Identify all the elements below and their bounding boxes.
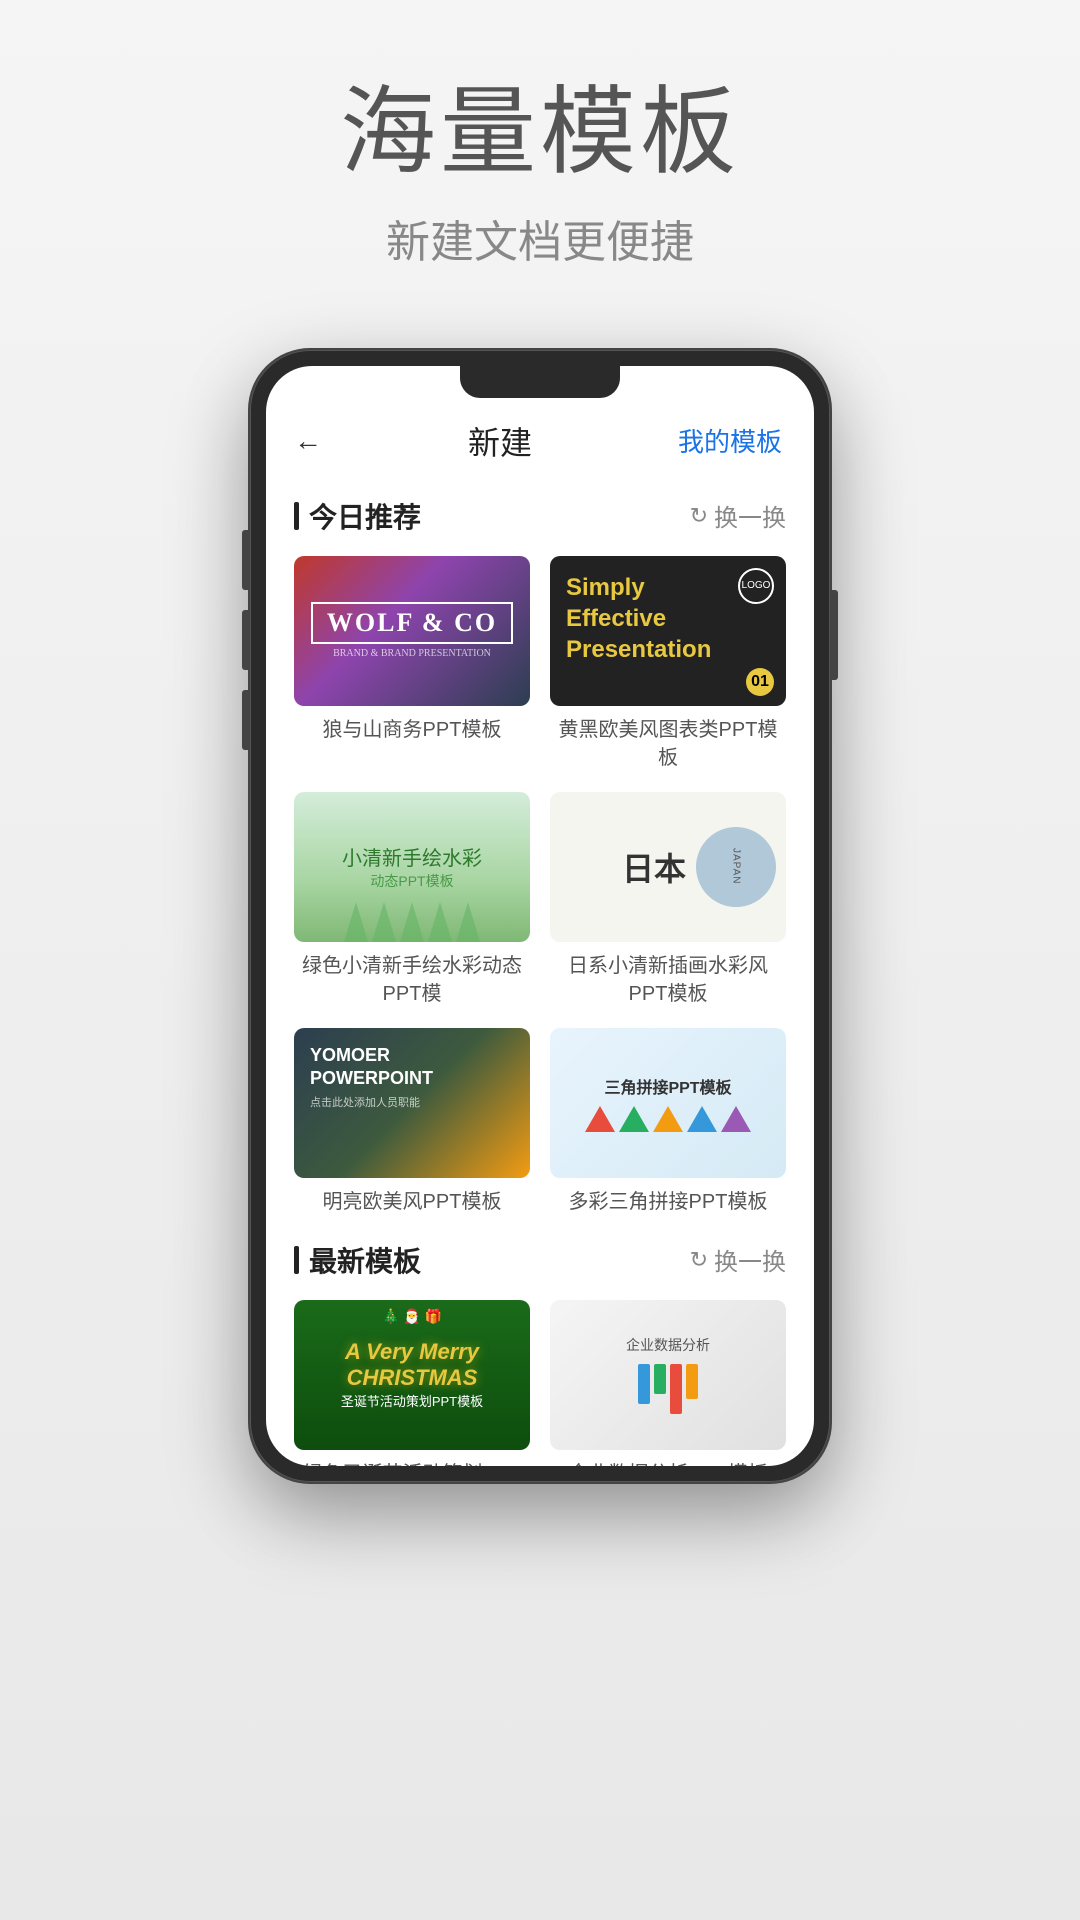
- page-subtitle: 新建文档更便捷: [0, 206, 1080, 270]
- water-subtitle: 动态PPT模板: [342, 871, 482, 891]
- bar-4: [686, 1364, 698, 1399]
- template-label-wolf: 狼与山商务PPT模板: [294, 716, 530, 744]
- phone-screen: ← 新建 我的模板 今日推荐 ↻ 换一换: [266, 366, 814, 1466]
- template-item-yomoer[interactable]: YOMOERPOWERPOINT 点击此处添加人员职能 明亮欧美风PPT模板: [294, 1028, 530, 1216]
- template-label-simply: 黄黑欧美风图表类PPT模板: [550, 716, 786, 772]
- bar-3: [670, 1364, 682, 1414]
- tree-4: [428, 902, 452, 942]
- template-item-triangle[interactable]: 三角拼接PPT模板 多彩三角拼接PPT模板: [550, 1028, 786, 1216]
- refresh-icon: ↻: [690, 503, 708, 529]
- page-title: 海量模板: [0, 80, 1080, 186]
- template-item-data[interactable]: 企业数据分析 企业数据分析PPT模板: [550, 1300, 786, 1466]
- triangle-title: 三角拼接PPT模板: [604, 1074, 731, 1098]
- section1-refresh-button[interactable]: ↻ 换一换: [690, 498, 786, 533]
- bar-2: [654, 1364, 666, 1394]
- template-thumb-wolf: WOLF & CO BRAND & BRAND PRESENTATION: [294, 556, 530, 706]
- tree-1: [344, 902, 368, 942]
- template-thumb-yomoer: YOMOERPOWERPOINT 点击此处添加人员职能: [294, 1028, 530, 1178]
- section-new: 最新模板 ↻ 换一换 🎄 🎅 🎁: [266, 1240, 814, 1466]
- template-grid-new: 🎄 🎅 🎁 A Very MerryCHRISTMAS 圣诞节活动策划PPT模板…: [294, 1300, 786, 1466]
- christmas-ornaments: 🎄 🎅 🎁: [382, 1308, 442, 1324]
- data-content: 企业数据分析: [614, 1323, 722, 1426]
- tri-red: [585, 1106, 615, 1132]
- data-title-text: 企业数据分析: [626, 1335, 710, 1356]
- template-label-japan: 日系小清新插画水彩风PPT模板: [550, 952, 786, 1008]
- template-thumb-christmas: 🎄 🎅 🎁 A Very MerryCHRISTMAS 圣诞节活动策划PPT模板: [294, 1300, 530, 1450]
- template-label-yomoer: 明亮欧美风PPT模板: [294, 1188, 530, 1216]
- simply-logo: LOGO: [738, 568, 774, 604]
- japan-circle-text: JAPAN: [731, 848, 742, 885]
- my-templates-button[interactable]: 我的模板: [678, 422, 782, 459]
- tree-2: [372, 902, 396, 942]
- phone-mockup: ← 新建 我的模板 今日推荐 ↻ 换一换: [0, 350, 1080, 1482]
- template-item-simply[interactable]: SimplyEffectivePresentation LOGO 01 黄黑欧美…: [550, 556, 786, 772]
- template-item-wolf[interactable]: WOLF & CO BRAND & BRAND PRESENTATION 狼与山…: [294, 556, 530, 772]
- wolf-title: WOLF & CO: [311, 602, 513, 644]
- template-label-triangle: 多彩三角拼接PPT模板: [550, 1188, 786, 1216]
- water-title: 小清新手绘水彩: [342, 842, 482, 871]
- data-bars: [626, 1364, 710, 1414]
- top-bar: ← 新建 我的模板: [266, 402, 814, 480]
- phone-outer: ← 新建 我的模板 今日推荐 ↻ 换一换: [250, 350, 830, 1482]
- triangle-shapes: [585, 1106, 751, 1132]
- page-header: 海量模板 新建文档更便捷: [0, 0, 1080, 310]
- back-button[interactable]: ←: [294, 425, 322, 457]
- japan-text: 日本: [622, 844, 686, 890]
- section-today: 今日推荐 ↻ 换一换 WOLF & CO BRAND &: [266, 496, 814, 1216]
- section2-title: 最新模板: [294, 1240, 421, 1280]
- template-item-christmas[interactable]: 🎄 🎅 🎁 A Very MerryCHRISTMAS 圣诞节活动策划PPT模板…: [294, 1300, 530, 1466]
- template-thumb-water: 小清新手绘水彩 动态PPT模板: [294, 792, 530, 942]
- christmas-main: A Very MerryCHRISTMAS: [345, 1339, 479, 1391]
- template-thumb-simply: SimplyEffectivePresentation LOGO 01: [550, 556, 786, 706]
- template-label-christmas: 绿色圣诞节活动策划PPT模板: [294, 1460, 530, 1466]
- japan-circle: JAPAN: [696, 827, 776, 907]
- yomoer-title: YOMOERPOWERPOINT: [310, 1044, 433, 1091]
- christmas-deco: 🎄 🎅 🎁: [294, 1308, 530, 1326]
- tree-3: [400, 902, 424, 942]
- template-thumb-data: 企业数据分析: [550, 1300, 786, 1450]
- template-grid-today: WOLF & CO BRAND & BRAND PRESENTATION 狼与山…: [294, 556, 786, 1216]
- tree-5: [456, 902, 480, 942]
- bar-1: [638, 1364, 650, 1404]
- top-bar-title: 新建: [468, 418, 532, 464]
- template-thumb-triangle: 三角拼接PPT模板: [550, 1028, 786, 1178]
- template-label-water: 绿色小清新手绘水彩动态PPT模: [294, 952, 530, 1008]
- refresh-icon-2: ↻: [690, 1247, 708, 1273]
- water-content: 小清新手绘水彩 动态PPT模板: [342, 842, 482, 891]
- tri-green: [619, 1106, 649, 1132]
- simply-tag: SimplyEffectivePresentation: [566, 572, 711, 666]
- section1-title: 今日推荐: [294, 496, 421, 536]
- simply-num: 01: [746, 668, 774, 696]
- christmas-sub: 圣诞节活动策划PPT模板: [341, 1391, 483, 1410]
- app-content: ← 新建 我的模板 今日推荐 ↻ 换一换: [266, 366, 814, 1466]
- template-item-japan[interactable]: 日本 JAPAN 日系小清新插画水彩风PPT模板: [550, 792, 786, 1008]
- tri-blue: [687, 1106, 717, 1132]
- yomoer-sub: 点击此处添加人员职能: [310, 1094, 420, 1110]
- template-item-water[interactable]: 小清新手绘水彩 动态PPT模板: [294, 792, 530, 1008]
- section1-header: 今日推荐 ↻ 换一换: [294, 496, 786, 536]
- template-thumb-japan: 日本 JAPAN: [550, 792, 786, 942]
- phone-notch: [460, 366, 620, 398]
- wolf-sub: BRAND & BRAND PRESENTATION: [311, 648, 513, 659]
- section2-refresh-button[interactable]: ↻ 换一换: [690, 1242, 786, 1277]
- section2-header: 最新模板 ↻ 换一换: [294, 1240, 786, 1280]
- tri-purple: [721, 1106, 751, 1132]
- tri-orange: [653, 1106, 683, 1132]
- wolf-content: WOLF & CO BRAND & BRAND PRESENTATION: [311, 602, 513, 659]
- template-label-data: 企业数据分析PPT模板: [550, 1460, 786, 1466]
